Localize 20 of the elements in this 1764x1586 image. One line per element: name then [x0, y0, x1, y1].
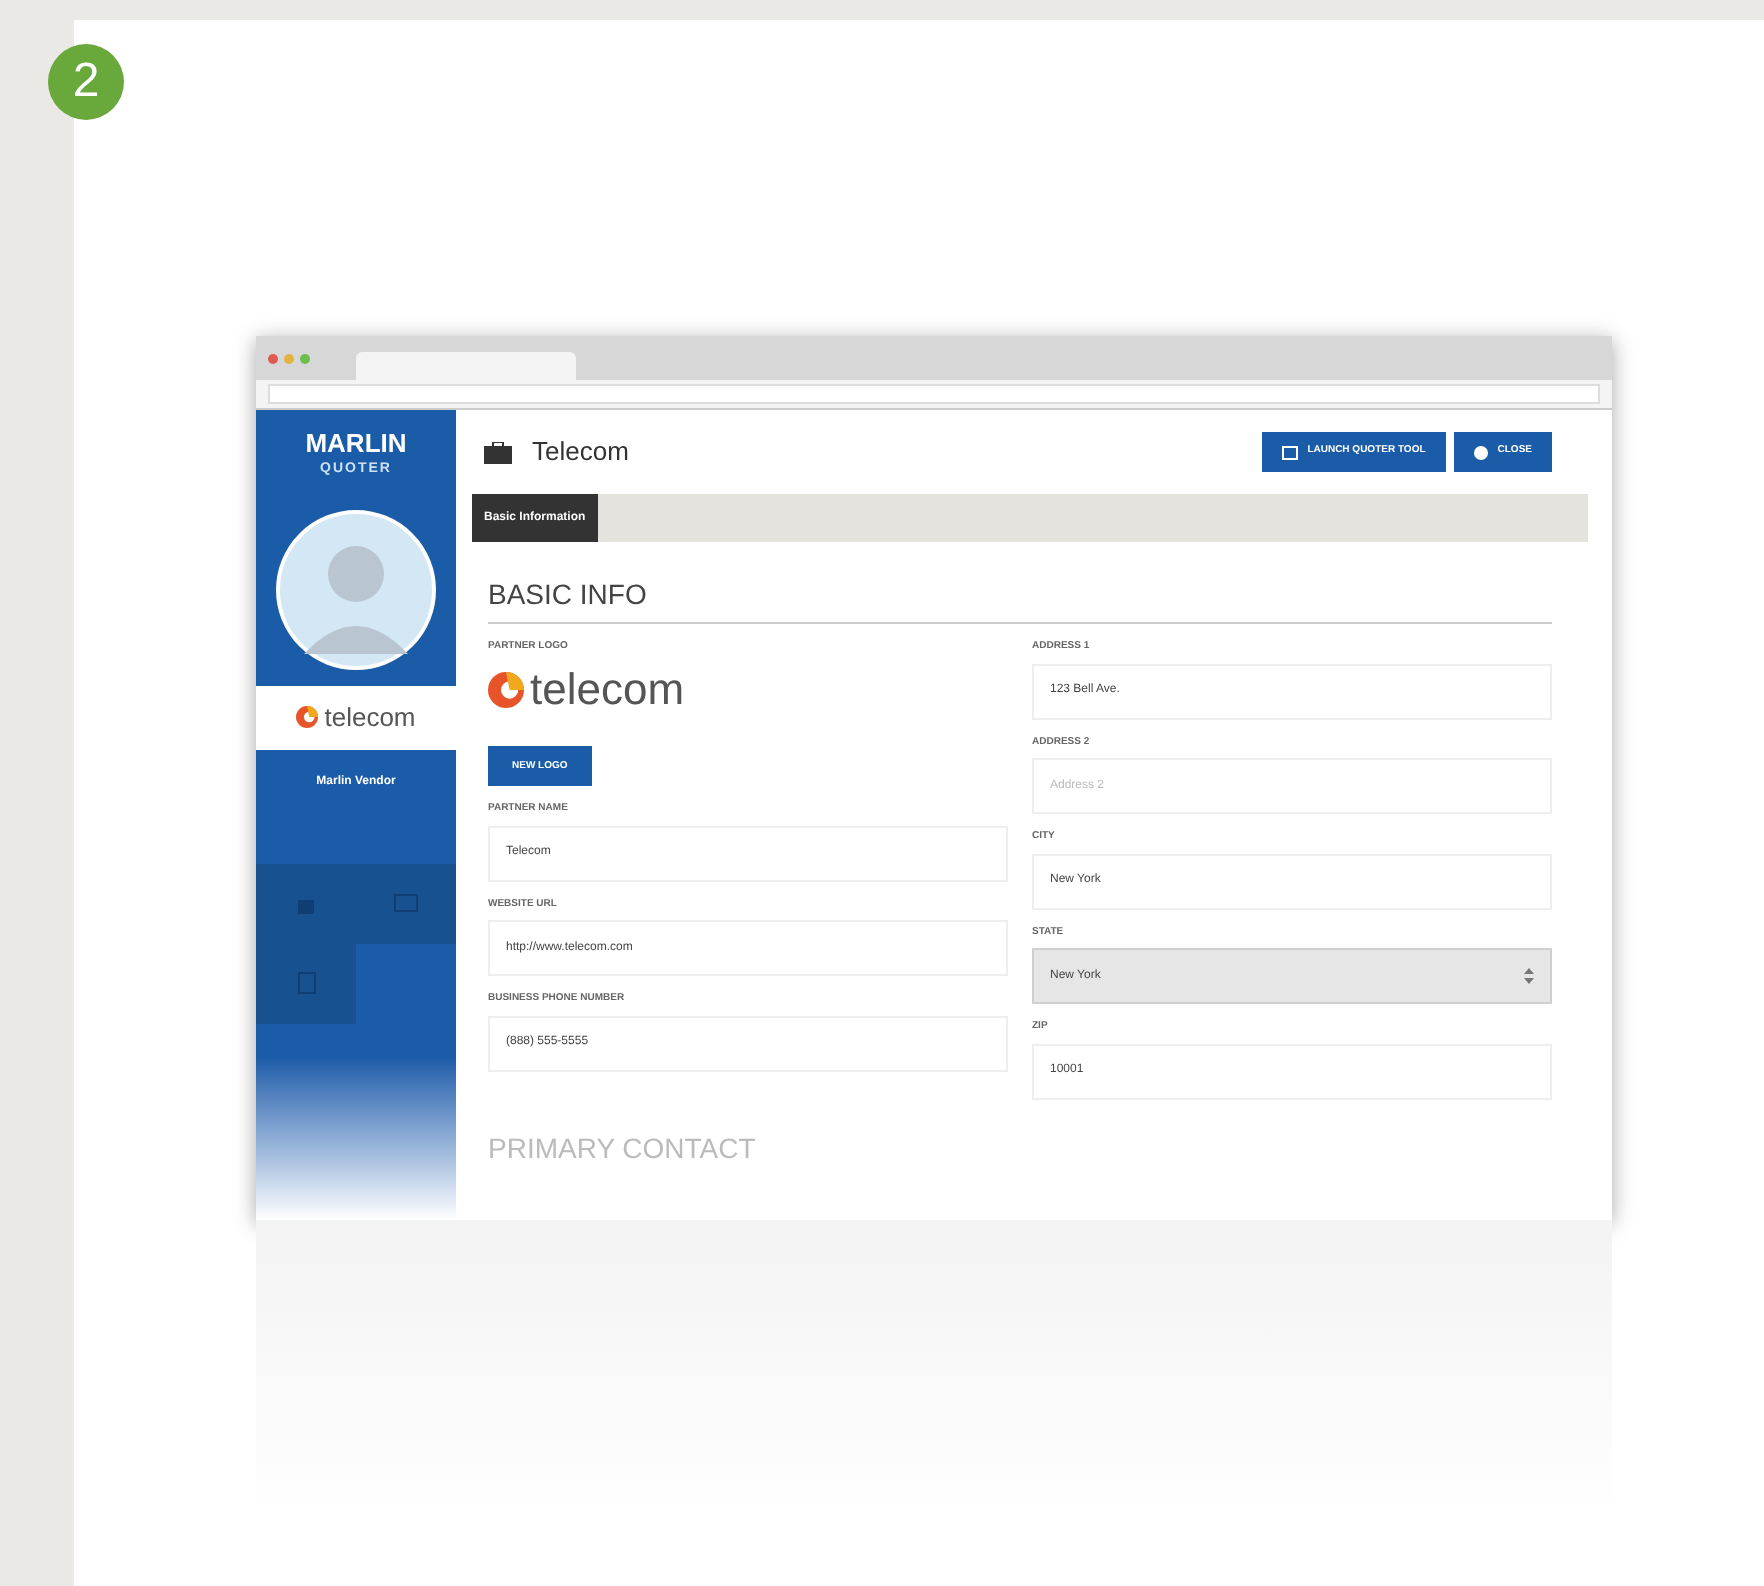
section-heading: BASIC INFO	[488, 574, 1552, 624]
window-icon	[1281, 445, 1298, 459]
logo-mark-icon	[296, 706, 319, 728]
briefcase-icon	[484, 441, 512, 463]
page-title: Telecom	[532, 434, 629, 471]
avatar-icon	[276, 509, 436, 669]
window-close-icon	[268, 353, 278, 363]
inbox-icon[interactable]	[394, 894, 418, 912]
document-icon[interactable]	[297, 972, 315, 994]
window-minimize-icon	[284, 353, 294, 363]
dropdown-caret-icon	[1524, 968, 1534, 984]
logo-mark-icon	[488, 671, 524, 707]
app-logo: MARLIN	[305, 430, 407, 456]
window-zoom-icon	[300, 353, 310, 363]
url-field[interactable]	[268, 384, 1600, 404]
logo-text: telecom	[530, 667, 685, 711]
browser-tab[interactable]	[356, 352, 576, 380]
logo-text: telecom	[324, 704, 416, 730]
step-badge: 2	[48, 44, 124, 120]
section-heading: PRIMARY CONTACT	[488, 1129, 758, 1167]
